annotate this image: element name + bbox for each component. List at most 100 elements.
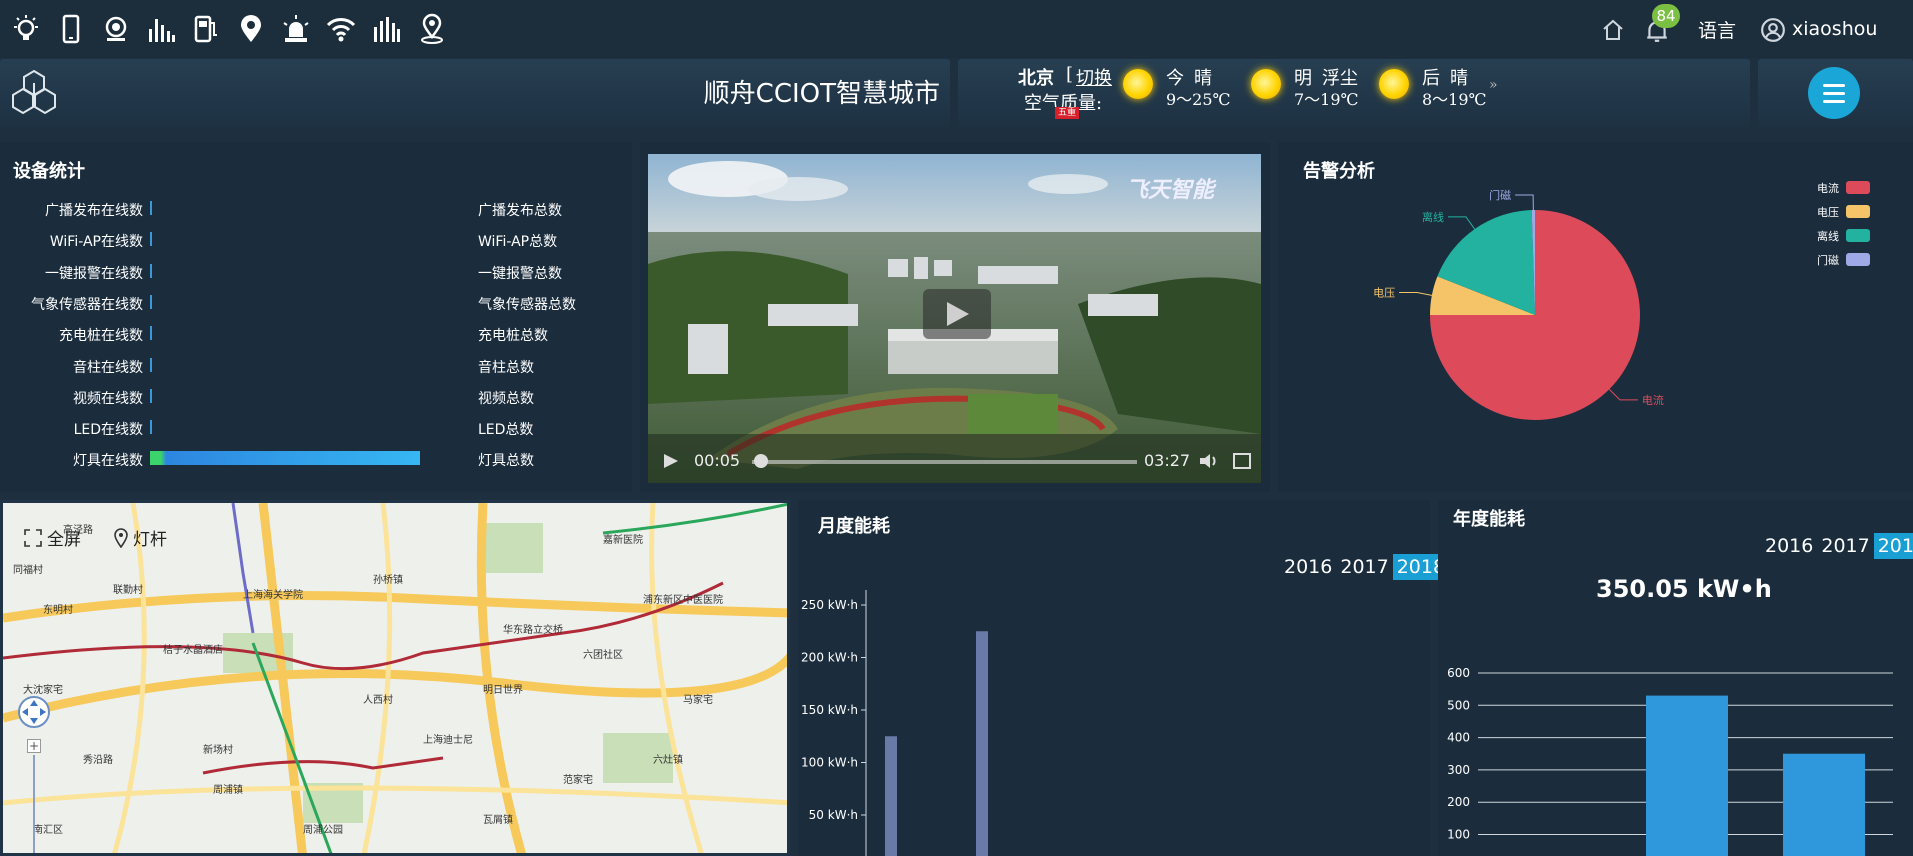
day-temp-tomorrow: 7～19℃ — [1294, 90, 1359, 109]
map-zoom-in[interactable]: + — [27, 739, 41, 753]
weather-switch-link[interactable]: 切换 — [1076, 64, 1112, 90]
legend-label: 离线 — [1817, 229, 1839, 243]
volume-icon[interactable] — [1198, 452, 1220, 470]
map-canvas[interactable]: 高泾路同福村东明村联勤村 上海海关学院桔子水晶酒店孙桥镇六团社区 华东路立交桥人… — [3, 503, 790, 856]
yearly-energy-title: 年度能耗 — [1453, 509, 1525, 530]
yearly-energy-total: 350.05 kW•h — [1596, 575, 1772, 603]
day-temp-today: 9～25℃ — [1166, 90, 1231, 109]
device-online-label: 视频在线数 — [73, 390, 143, 407]
device-online-bar — [150, 326, 152, 341]
device-total-label: 气象传感器总数 — [478, 296, 576, 313]
play-button[interactable] — [923, 289, 991, 339]
location-pin-icon[interactable] — [235, 13, 267, 45]
device-stats-panel — [0, 142, 632, 492]
weather-more-icon[interactable]: » — [1489, 77, 1498, 93]
device-total-label: LED总数 — [478, 422, 534, 439]
svg-text:南汇区: 南汇区 — [33, 823, 63, 836]
y-tick-label: 600 — [1447, 666, 1470, 680]
lightbulb-icon[interactable] — [10, 13, 42, 45]
language-button[interactable]: 语言 — [1698, 0, 1736, 58]
audio-bars-icon[interactable] — [370, 13, 402, 45]
monthly-year-tabs: 2016 2017 2018 — [1280, 554, 1450, 580]
legend-swatch[interactable] — [1846, 253, 1870, 266]
pie-label-line — [1447, 216, 1476, 230]
video-duration: 03:27 — [1144, 451, 1191, 470]
air-quality-badge: 五重 — [1055, 107, 1080, 119]
device-total-label: 视频总数 — [478, 390, 534, 407]
device-total-label: 灯具总数 — [478, 453, 534, 470]
y-tick-label: 150 kW·h — [801, 703, 858, 717]
legend-label: 电压 — [1817, 206, 1839, 219]
legend-swatch[interactable] — [1846, 205, 1870, 218]
device-online-label: LED在线数 — [73, 422, 143, 439]
pie-label: 离线 — [1422, 210, 1444, 224]
yearly-year-2016[interactable]: 2016 — [1761, 533, 1817, 559]
video-progress-track[interactable] — [752, 460, 1137, 464]
charging-pile-icon[interactable] — [190, 13, 222, 45]
device-online-label: WiFi-AP在线数 — [49, 234, 143, 251]
phone-icon[interactable] — [55, 13, 87, 45]
svg-text:周浦镇: 周浦镇 — [213, 783, 243, 796]
sun-icon — [1379, 69, 1409, 99]
svg-text:桔子水晶酒店: 桔子水晶酒店 — [163, 643, 223, 656]
fullscreen-video-icon[interactable] — [1232, 452, 1252, 470]
svg-text:孙桥镇: 孙桥镇 — [373, 573, 403, 586]
device-total-label: WiFi-AP总数 — [478, 234, 558, 251]
monthly-bar[interactable] — [885, 736, 897, 856]
pie-label-line — [1399, 292, 1432, 296]
pie-label-line — [1515, 194, 1534, 211]
yearly-bar[interactable] — [1646, 695, 1728, 856]
pie-label: 电流 — [1642, 393, 1664, 407]
weather-panel: 北京 [ 切换 空气质量: 五重 今 晴 9～25℃ 明 浮尘 7～19℃ 后 … — [958, 59, 1750, 127]
alarm-icon[interactable] — [280, 13, 312, 45]
map-fullscreen-button[interactable]: 全屏 — [23, 525, 81, 550]
logo-panel: 顺舟CCIOT智慧城市 — [0, 59, 950, 127]
monthly-year-2016[interactable]: 2016 — [1280, 554, 1336, 580]
video-play-icon[interactable] — [660, 451, 682, 471]
wifi-icon[interactable] — [325, 13, 357, 45]
monthly-year-2017[interactable]: 2017 — [1336, 554, 1392, 580]
home-icon[interactable] — [1601, 18, 1625, 42]
svg-text:华东路立交桥: 华东路立交桥 — [503, 623, 563, 636]
svg-text:六团社区: 六团社区 — [583, 648, 623, 661]
yearly-year-2018[interactable]: 2018 — [1873, 533, 1913, 559]
legend-label: 电流 — [1817, 181, 1839, 195]
map-panel[interactable]: 高泾路 同福村 东明村 联勤村 上海海关学院 桔子水晶酒店 孙桥镇 六团社区 华东路立交桥人… — [0, 500, 790, 856]
username[interactable]: xiaoshou — [1792, 0, 1877, 58]
logo-icon[interactable] — [9, 69, 59, 117]
video-current-time: 00:05 — [694, 451, 741, 470]
sun-icon — [1123, 69, 1153, 99]
map-pan-control[interactable] — [17, 695, 51, 729]
menu-button[interactable] — [1808, 67, 1860, 119]
map-lamp-button[interactable]: 灯杆 — [113, 525, 167, 550]
map-zoom-slider[interactable] — [33, 755, 35, 853]
monthly-bar[interactable] — [976, 631, 988, 856]
video-watermark: 飞天智能 — [1126, 178, 1215, 203]
monthly-energy-chart: 250 kW·h 200 kW·h 150 kW·h 100 kW·h 50 kW·h — [801, 590, 988, 856]
monthly-energy-title: 月度能耗 — [818, 516, 890, 537]
camera-icon[interactable] — [100, 13, 132, 45]
device-online-label: 气象传感器在线数 — [31, 296, 143, 313]
top-bar: 84 语言 xiaoshou — [0, 0, 1913, 58]
svg-text:同福村: 同福村 — [13, 563, 43, 576]
svg-text:新场村: 新场村 — [203, 743, 233, 756]
legend-swatch[interactable] — [1846, 229, 1870, 242]
svg-text:马家宅: 马家宅 — [683, 693, 713, 706]
legend-swatch[interactable] — [1846, 181, 1870, 194]
svg-text:秀沿路: 秀沿路 — [83, 753, 113, 766]
lamp-pin-icon — [114, 527, 128, 548]
device-online-label: 广播发布在线数 — [45, 203, 143, 219]
yearly-bar[interactable] — [1783, 753, 1865, 856]
pie-label-line — [1608, 388, 1638, 401]
video-player[interactable]: 飞天智能 00:05 03:27 — [648, 154, 1261, 483]
map-pin-icon[interactable] — [416, 13, 448, 45]
notification-badge: 84 — [1652, 4, 1680, 28]
svg-text:六灶镇: 六灶镇 — [653, 753, 683, 766]
device-online-bar — [150, 263, 152, 278]
user-icon[interactable] — [1760, 17, 1786, 43]
device-online-bar — [150, 388, 152, 403]
yearly-year-2017[interactable]: 2017 — [1817, 533, 1873, 559]
device-online-bar — [150, 451, 420, 466]
svg-text:东明村: 东明村 — [43, 603, 73, 616]
signal-bars-icon[interactable] — [145, 13, 177, 45]
